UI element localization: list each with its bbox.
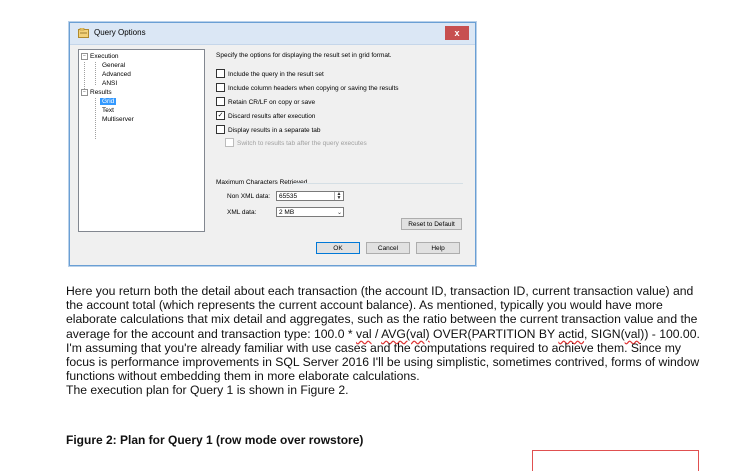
dialog-title: Query Options [94,28,146,37]
tree-node-grid[interactable]: Grid [100,97,117,106]
options-tree[interactable]: − Execution General Advanced ANSI − Result… [78,49,205,232]
checkmark-icon[interactable]: ✓ [216,111,225,120]
cancel-button[interactable]: Cancel [366,242,410,254]
chevron-down-icon[interactable]: ⌄ [337,208,342,218]
pane-description: Specify the options for displaying the r… [216,52,392,59]
collapse-icon[interactable]: − [81,88,88,96]
checkbox[interactable] [216,125,225,134]
option-discard-results[interactable]: ✓ Discard results after execution [216,111,315,121]
option-retain-crlf[interactable]: Retain CR/LF on copy or save [216,97,315,107]
non-xml-label: Non XML data: [227,193,271,200]
paragraph: The execution plan for Query 1 is shown … [66,383,349,398]
checkbox [225,138,234,147]
checkbox[interactable] [216,69,225,78]
option-switch-tab: Switch to results tab after the query ex… [225,138,367,148]
paragraph: Here you return both the detail about ea… [66,284,700,384]
tree-node-results[interactable]: − Results [81,88,112,97]
xml-select[interactable]: 2 MB ⌄ [276,207,344,217]
help-button[interactable]: Help [416,242,460,254]
query-options-dialog: Query Options x − Execution General Advan… [69,22,476,266]
figure-caption: Figure 2: Plan for Query 1 (row mode ove… [66,433,364,447]
reset-to-default-button[interactable]: Reset to Default [401,218,462,230]
checkbox[interactable] [216,97,225,106]
tree-node-advanced[interactable]: Advanced [102,70,131,79]
xml-label: XML data: [227,209,257,216]
spinner-icon[interactable]: ▲ ▼ [334,192,343,201]
tree-node-multiserver[interactable]: Multiserver [102,115,134,124]
group-divider [293,183,463,184]
options-icon [78,28,89,38]
checkbox[interactable] [216,83,225,92]
option-include-headers[interactable]: Include column headers when copying or s… [216,83,399,93]
option-separate-tab[interactable]: Display results in a separate tab [216,125,321,135]
body-text: Here you return both the detail about ea… [66,284,706,398]
tree-connector [84,62,85,89]
ok-button[interactable]: OK [316,242,360,254]
tree-connector [95,62,96,85]
option-include-query[interactable]: Include the query in the result set [216,69,324,79]
non-xml-input[interactable]: 65535 ▲ ▼ [276,191,344,201]
figure-frame [532,450,699,471]
title-bar[interactable]: Query Options x [70,23,475,45]
close-button[interactable]: x [445,26,469,40]
tree-node-general[interactable]: General [102,61,125,70]
close-icon: x [454,28,460,38]
collapse-icon[interactable]: − [81,52,88,60]
tree-node-execution[interactable]: − Execution [81,52,119,61]
tree-node-text[interactable]: Text [102,106,114,115]
tree-connector [95,98,96,139]
tree-node-ansi[interactable]: ANSI [102,79,117,88]
